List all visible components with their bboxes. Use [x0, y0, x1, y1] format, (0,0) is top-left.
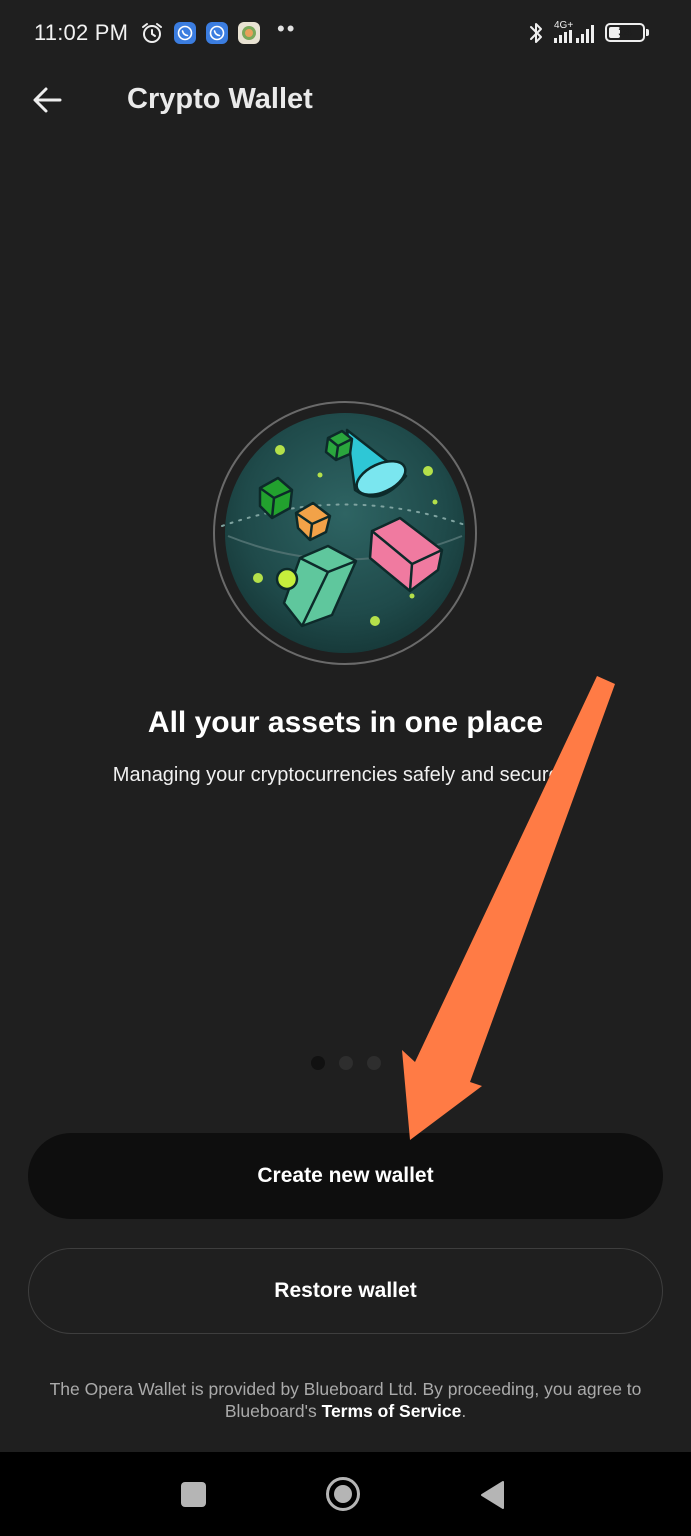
crypto-assets-globe-illustration	[213, 401, 477, 665]
whatsapp-icon	[174, 22, 196, 44]
battery-percent: 34	[618, 25, 632, 39]
disclaimer: The Opera Wallet is provided by Blueboar…	[40, 1378, 651, 1422]
page-title: Crypto Wallet	[127, 83, 313, 115]
system-nav-bar	[0, 1452, 691, 1536]
page-dot-active	[311, 1056, 325, 1070]
whatsapp-business-icon	[206, 22, 228, 44]
page-indicator	[309, 1055, 384, 1071]
battery-cap	[646, 29, 649, 36]
alarm-icon	[142, 23, 162, 43]
status-bar: 11:02 PM •• 4G+ 34	[0, 0, 691, 66]
onboarding-subtitle: Managing your cryptocurrencies safely an…	[112, 764, 579, 786]
app-notification-icon	[238, 22, 260, 44]
back-icon[interactable]	[479, 1480, 505, 1510]
home-icon[interactable]	[325, 1476, 361, 1512]
terms-of-service-link[interactable]: Terms of Service	[322, 1401, 462, 1421]
page-dot	[339, 1056, 353, 1070]
bluetooth-icon	[530, 23, 542, 43]
create-wallet-button[interactable]: Create new wallet	[28, 1133, 663, 1219]
page-dot	[367, 1056, 381, 1070]
back-arrow-icon[interactable]	[28, 80, 68, 120]
status-time: 11:02 PM	[34, 20, 129, 45]
recent-apps-icon[interactable]	[181, 1482, 206, 1507]
restore-wallet-button[interactable]: Restore wallet	[28, 1248, 663, 1334]
disclaimer-end: .	[461, 1401, 467, 1421]
overflow-dots: ••	[277, 16, 297, 41]
battery-icon: 34	[605, 23, 645, 42]
onboarding-headline: All your assets in one place	[147, 706, 544, 739]
signal-icon	[554, 25, 594, 43]
